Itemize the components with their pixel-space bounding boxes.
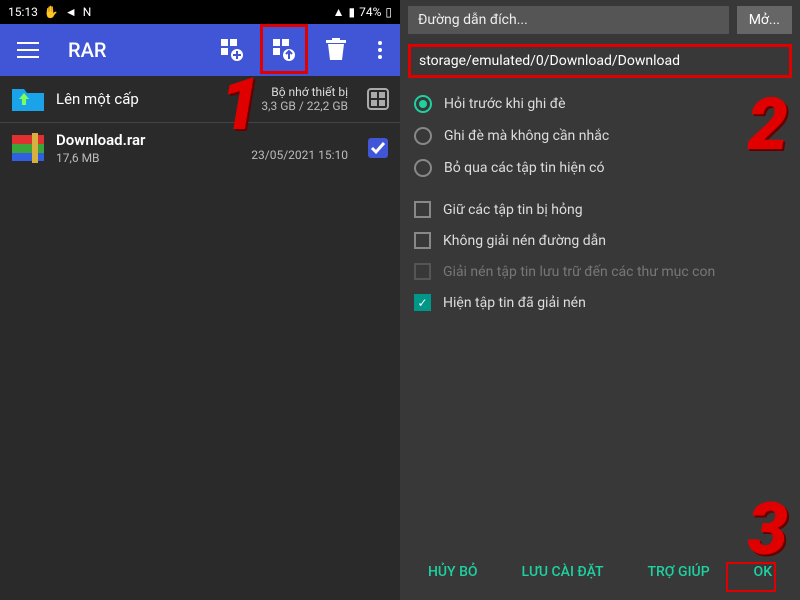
destination-path-input[interactable]: storage/emulated/0/Download/Download (408, 44, 792, 78)
rar-file-icon (10, 133, 46, 163)
radio-icon (414, 127, 432, 145)
radio-label: Ghi đè mà không cần nhắc (444, 128, 609, 144)
checkbox-label: Giải nén tập tin lưu trữ đến các thư mục… (443, 264, 715, 280)
checkbox-label: Giữ các tập tin bị hỏng (443, 202, 583, 218)
destination-row: Đường dẫn đích... Mở... (400, 0, 800, 40)
file-row[interactable]: Download.rar 17,6 MB 23/05/2021 15:10 (0, 123, 400, 173)
battery-pct: 74% (359, 5, 381, 19)
checkbox-icon (414, 201, 431, 218)
annotation-3: 3 (748, 487, 788, 572)
radio-overwrite-no-ask[interactable]: Ghi đè mà không cần nhắc (400, 120, 800, 152)
delete-button[interactable] (316, 30, 356, 70)
up-one-level-row[interactable]: Lên một cấp Bộ nhớ thiết bị 3,3 GB / 22,… (0, 76, 400, 122)
check-subfolders: Giải nén tập tin lưu trữ đến các thư mục… (400, 256, 800, 287)
check-no-paths[interactable]: Không giải nén đường dẫn (400, 225, 800, 256)
hand-icon: ✋ (44, 5, 59, 19)
annotation-1: 1 (220, 62, 260, 147)
left-screen: 15:13 ✋ ◄ N ▲ ▮ 74% ▯ RAR (0, 0, 400, 600)
extract-button[interactable] (264, 30, 304, 70)
checkbox-icon (414, 232, 431, 249)
file-date: 23/05/2021 15:10 (251, 148, 348, 162)
folder-up-icon (10, 84, 46, 114)
carrier-icon: N (83, 5, 92, 19)
check-show-extracted[interactable]: Hiện tập tin đã giải nén (400, 287, 800, 318)
checkbox-icon (414, 294, 431, 311)
app-bar: RAR (0, 24, 400, 76)
checkbox-label: Không giải nén đường dẫn (443, 233, 606, 249)
battery-icon: ▯ (385, 5, 392, 19)
right-screen: Đường dẫn đích... Mở... storage/emulated… (400, 0, 800, 600)
save-settings-button[interactable]: LƯU CÀI ĐẶT (511, 558, 613, 586)
radio-ask-overwrite[interactable]: Hỏi trước khi ghi đè (400, 88, 800, 120)
overflow-menu-button[interactable] (368, 30, 392, 70)
annotation-2: 2 (748, 82, 788, 167)
check-keep-broken[interactable]: Giữ các tập tin bị hỏng (400, 194, 800, 225)
dialog-button-bar: HỦY BỎ LƯU CÀI ĐẶT TRỢ GIÚP OK (400, 544, 800, 600)
radio-icon (414, 95, 432, 113)
checkbox-icon (414, 263, 431, 280)
menu-button[interactable] (8, 30, 48, 70)
destination-label: Đường dẫn đích... (408, 6, 729, 34)
radio-label: Hỏi trước khi ghi đè (444, 96, 566, 112)
file-name: Download.rar (56, 131, 241, 149)
file-checkbox[interactable] (366, 136, 390, 160)
help-button[interactable]: TRỢ GIÚP (637, 558, 719, 586)
arrow-left-icon: ◄ (65, 5, 77, 19)
file-size: 17,6 MB (56, 151, 241, 165)
radio-skip-existing[interactable]: Bỏ qua các tập tin hiện có (400, 152, 800, 184)
app-title: RAR (68, 38, 200, 62)
signal-icon: ▮ (349, 5, 356, 19)
storage-label: Bộ nhớ thiết bị (261, 85, 348, 99)
cancel-button[interactable]: HỦY BỎ (418, 558, 488, 586)
checkbox-label: Hiện tập tin đã giải nén (443, 295, 586, 311)
wifi-icon: ▲ (333, 5, 345, 19)
status-time: 15:13 (8, 5, 38, 19)
radio-label: Bỏ qua các tập tin hiện có (444, 160, 604, 176)
browse-button[interactable]: Mở... (737, 6, 792, 34)
view-mode-button[interactable] (366, 87, 390, 111)
radio-icon (414, 159, 432, 177)
storage-usage: 3,3 GB / 22,2 GB (261, 99, 348, 113)
status-bar: 15:13 ✋ ◄ N ▲ ▮ 74% ▯ (0, 0, 400, 24)
